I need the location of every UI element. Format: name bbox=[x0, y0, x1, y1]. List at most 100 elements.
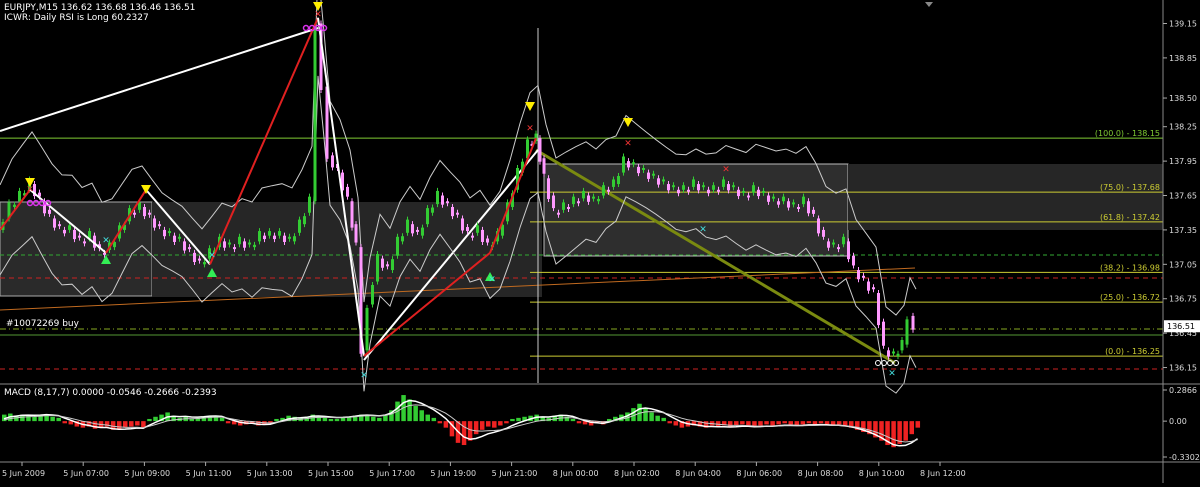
candle-body bbox=[283, 235, 286, 242]
candle-body bbox=[582, 190, 585, 199]
candle-body bbox=[872, 287, 875, 290]
macd-bar bbox=[407, 399, 412, 422]
candle-body bbox=[572, 196, 575, 205]
candle-body bbox=[331, 155, 334, 168]
candle-body bbox=[153, 218, 156, 228]
candle-body bbox=[198, 258, 201, 261]
candle-body bbox=[68, 225, 71, 230]
candle-body bbox=[577, 201, 580, 204]
candle-body bbox=[722, 179, 725, 187]
macd-bar bbox=[443, 421, 449, 428]
macd-bar bbox=[437, 421, 443, 424]
candle-body bbox=[303, 216, 306, 225]
candle-body bbox=[747, 195, 750, 198]
macd-bar bbox=[824, 421, 830, 425]
macd-bar bbox=[431, 417, 437, 422]
candle-body bbox=[911, 315, 915, 330]
macd-bar bbox=[135, 421, 140, 426]
candle-body bbox=[173, 235, 176, 242]
candle-body bbox=[456, 212, 459, 215]
candle-body bbox=[13, 204, 16, 207]
candle-body bbox=[273, 235, 276, 240]
candle-body bbox=[73, 229, 76, 240]
candle-body bbox=[228, 242, 231, 245]
macd-bar bbox=[334, 418, 340, 422]
candle-body bbox=[632, 162, 635, 165]
candle-body bbox=[258, 231, 261, 242]
macd-bar bbox=[649, 412, 654, 422]
fib-level-label: (75.0) - 137.68 bbox=[1100, 183, 1160, 192]
macd-bar bbox=[570, 418, 576, 422]
candle-body bbox=[812, 209, 815, 214]
chart-canvas[interactable]: (100.0) - 138.15 (75.0) - 137.68 (61.8) - … bbox=[0, 0, 1200, 483]
candle-body bbox=[652, 173, 655, 176]
candle-body bbox=[542, 158, 546, 174]
cross-marker-icon: ✕ bbox=[526, 124, 534, 134]
candle-body bbox=[451, 206, 454, 217]
candle-body bbox=[657, 178, 660, 185]
candle-body bbox=[857, 270, 860, 280]
candle-body bbox=[168, 231, 171, 234]
time-tick-label: 8 Jun 04:00 bbox=[675, 469, 721, 478]
candle-body bbox=[133, 212, 136, 215]
candle-body bbox=[396, 236, 399, 256]
candle-body bbox=[882, 321, 885, 346]
candle-body bbox=[607, 189, 610, 192]
candle-body bbox=[562, 202, 565, 210]
macd-bar bbox=[510, 418, 515, 422]
macd-bar bbox=[419, 410, 424, 422]
macd-bar bbox=[377, 417, 382, 422]
candle-body bbox=[847, 241, 850, 260]
macd-bar bbox=[667, 421, 672, 424]
cross-marker-icon: ✕ bbox=[722, 165, 730, 175]
price-tick-label: 137.95 bbox=[1169, 157, 1197, 166]
candle-body bbox=[737, 189, 740, 197]
macd-tick-label: 0.00 bbox=[1169, 417, 1187, 426]
macd-bar bbox=[153, 416, 158, 422]
candle-body bbox=[188, 247, 191, 250]
range-box bbox=[543, 163, 849, 257]
candle-body bbox=[476, 225, 479, 233]
time-tick-label: 8 Jun 06:00 bbox=[736, 469, 782, 478]
macd-bar bbox=[147, 418, 152, 422]
candle-body bbox=[446, 201, 449, 204]
time-tick-label: 5 Jun 13:00 bbox=[247, 469, 293, 478]
candle-body bbox=[807, 201, 810, 214]
fib-level-label: (100.0) - 138.15 bbox=[1095, 129, 1160, 138]
candle-body bbox=[552, 195, 555, 209]
macd-bar bbox=[758, 421, 763, 426]
candle-body bbox=[268, 231, 271, 236]
candle-body bbox=[772, 196, 775, 199]
macd-bar bbox=[818, 421, 824, 424]
macd-bar bbox=[340, 417, 346, 422]
macd-bar bbox=[322, 417, 328, 422]
chart-window[interactable]: (100.0) - 138.15 (75.0) - 137.68 (61.8) - … bbox=[0, 0, 1200, 483]
candle-body bbox=[905, 319, 909, 345]
time-tick-label: 5 Jun 19:00 bbox=[430, 469, 476, 478]
macd-bar bbox=[909, 421, 914, 435]
order-label[interactable]: #10072269 buy bbox=[6, 319, 79, 329]
macd-bar bbox=[32, 416, 37, 422]
time-tick-label: 8 Jun 00:00 bbox=[553, 469, 599, 478]
time-tick-label: 5 Jun 07:00 bbox=[63, 469, 109, 478]
macd-bar bbox=[746, 421, 751, 426]
candle-body bbox=[486, 238, 489, 243]
cross-marker-icon: ✕ bbox=[699, 225, 707, 235]
candle-body bbox=[642, 167, 645, 170]
macd-bar bbox=[915, 421, 921, 428]
macd-bar bbox=[461, 421, 467, 446]
macd-bar bbox=[129, 421, 134, 427]
candle-body bbox=[233, 247, 236, 250]
candle-body bbox=[401, 236, 404, 242]
candle-body bbox=[662, 179, 665, 182]
candle-body bbox=[143, 206, 146, 217]
candle-body bbox=[697, 184, 700, 191]
macd-bar bbox=[225, 421, 231, 424]
candle-body bbox=[183, 241, 186, 251]
price-tick-label: 138.25 bbox=[1169, 123, 1197, 132]
candle-body bbox=[767, 195, 770, 202]
candle-body bbox=[298, 219, 301, 233]
macd-bar bbox=[836, 421, 842, 425]
macd-tick-label: -0.3302 bbox=[1169, 453, 1200, 462]
candle-body bbox=[672, 185, 675, 188]
